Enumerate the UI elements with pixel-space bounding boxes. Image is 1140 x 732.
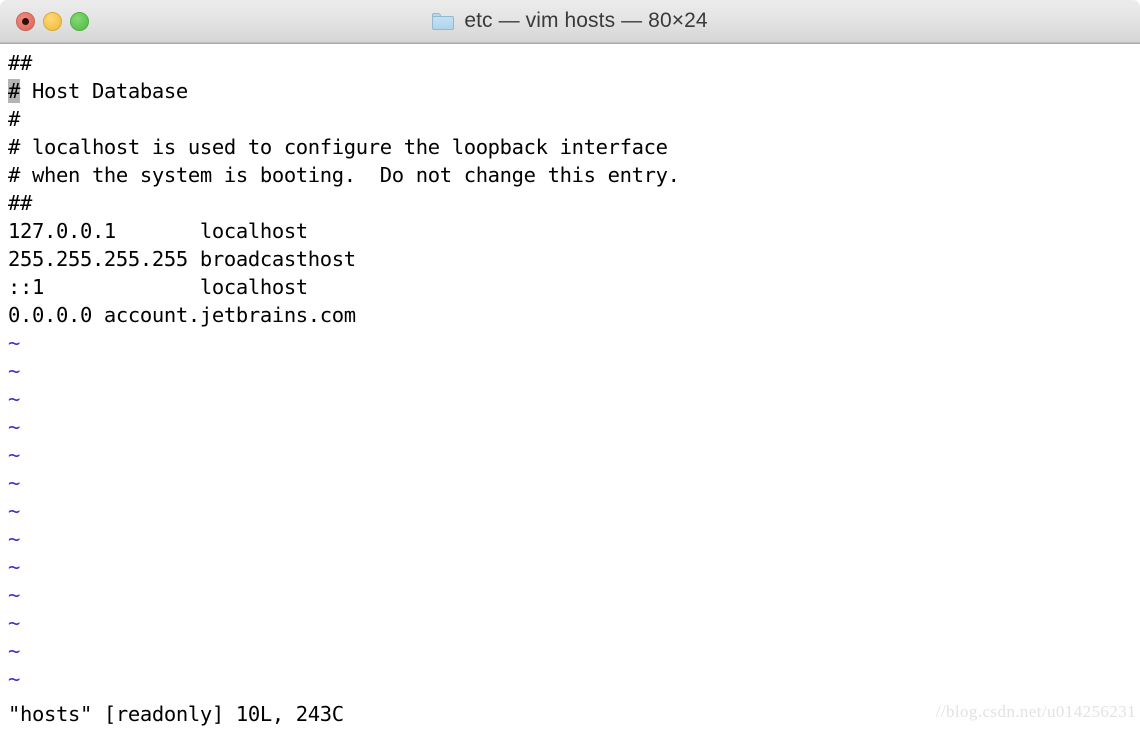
empty-line-marker: ~ bbox=[8, 639, 20, 663]
empty-line-marker: ~ bbox=[8, 583, 20, 607]
empty-line-marker: ~ bbox=[8, 387, 20, 411]
window-title: etc — vim hosts — 80×24 bbox=[464, 9, 708, 32]
empty-line-marker: ~ bbox=[8, 359, 20, 383]
close-button[interactable] bbox=[16, 12, 35, 31]
empty-line-marker: ~ bbox=[8, 555, 20, 579]
empty-line-marker: ~ bbox=[8, 443, 20, 467]
buffer-line: 0.0.0.0 account.jetbrains.com bbox=[8, 303, 356, 327]
buffer-line: 127.0.0.1 localhost bbox=[8, 219, 308, 243]
window-controls bbox=[16, 0, 89, 43]
empty-line-marker: ~ bbox=[8, 527, 20, 551]
window-titlebar[interactable]: etc — vim hosts — 80×24 bbox=[0, 0, 1140, 44]
window-title-group: etc — vim hosts — 80×24 bbox=[432, 9, 708, 34]
maximize-button[interactable] bbox=[70, 12, 89, 31]
empty-line-marker: ~ bbox=[8, 667, 20, 691]
buffer-line: 255.255.255.255 broadcasthost bbox=[8, 247, 356, 271]
terminal-window: etc — vim hosts — 80×24 ## # Host Databa… bbox=[0, 0, 1140, 732]
terminal-screen[interactable]: ## # Host Database # # localhost is used… bbox=[0, 44, 1140, 732]
buffer-line: ## bbox=[8, 51, 32, 75]
buffer-line: # localhost is used to configure the loo… bbox=[8, 135, 668, 159]
buffer-line: # bbox=[8, 107, 20, 131]
buffer-line-with-cursor: # Host Database bbox=[8, 77, 1140, 105]
empty-line-marker: ~ bbox=[8, 611, 20, 635]
buffer-line: # when the system is booting. Do not cha… bbox=[8, 163, 680, 187]
folder-icon bbox=[432, 12, 455, 30]
empty-line-marker: ~ bbox=[8, 415, 20, 439]
empty-line-marker: ~ bbox=[8, 499, 20, 523]
buffer-line: ::1 localhost bbox=[8, 275, 308, 299]
buffer-line-text: Host Database bbox=[20, 79, 188, 103]
vim-status-line: "hosts" [readonly] 10L, 243C bbox=[8, 702, 344, 726]
minimize-button[interactable] bbox=[43, 12, 62, 31]
empty-line-marker: ~ bbox=[8, 331, 20, 355]
watermark: //blog.csdn.net/u014256231 bbox=[935, 702, 1136, 721]
empty-line-marker: ~ bbox=[8, 471, 20, 495]
text-cursor: # bbox=[8, 79, 20, 103]
buffer-line: ## bbox=[8, 191, 32, 215]
